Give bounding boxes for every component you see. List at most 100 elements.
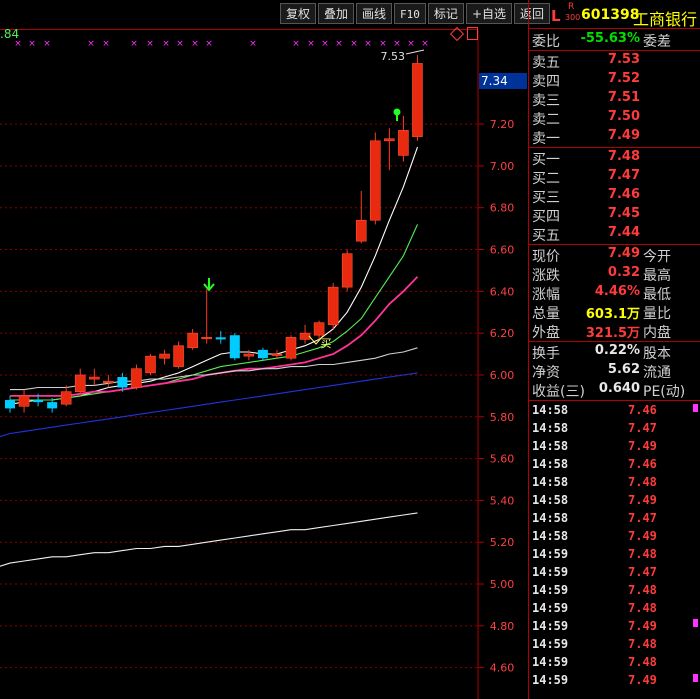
stock-code: 601398: [581, 7, 640, 23]
signal-x-marker: ×: [205, 39, 213, 49]
ask-level-2-value: 7.50: [607, 109, 640, 124]
y-tick-label: 4.80: [490, 620, 515, 633]
chart-markers: × × × × × × × × × × × × × × × × × × × × × ×7.53买: [14, 39, 429, 350]
fund-row-1: 净资 5.62 流通: [529, 362, 700, 381]
signal-x-marker: ×: [87, 39, 95, 49]
quote-row-4-label2: 内盘: [643, 325, 671, 341]
signal-x-marker: ×: [130, 39, 138, 49]
candle-body: [299, 332, 311, 340]
ask-level-5-value: 7.53: [607, 52, 640, 67]
bid-level-2-label: 买二: [532, 171, 560, 187]
ask-level-1-value: 7.49: [607, 128, 640, 143]
tick-price: 7.48: [628, 655, 657, 669]
trading-window: 7.20 7.00 6.80 6.60 6.40 6.20 6.00 5.80 5.60 5.40…: [0, 0, 700, 699]
fund-row-2-label2: PE(动): [643, 384, 686, 400]
tick-side-markers: [693, 404, 700, 699]
bid-level-1-value: 7.48: [607, 149, 640, 164]
signal-x-marker: ×: [321, 39, 329, 49]
y-tick-label: 7.20: [490, 118, 515, 131]
tick-row: 14:59 7.48: [529, 583, 700, 601]
y-tick-label: 5.80: [490, 411, 515, 424]
tick-time: 14:59: [532, 601, 569, 615]
ask-level-5-label: 卖五: [532, 55, 560, 71]
candle-body: [47, 402, 58, 409]
y-tick-label: 5.60: [490, 453, 515, 466]
candle-body: [313, 322, 325, 336]
ma-line-white-ma: [9, 146, 419, 405]
signal-x-marker: ×: [364, 39, 372, 49]
y-tick-label: 5.40: [490, 494, 515, 507]
tick-row: 14:58 7.49: [529, 529, 700, 547]
weibi-row: 委比 -55.63% 委差: [529, 31, 700, 50]
candle-body: [271, 353, 283, 356]
weibi-label: 委比: [532, 34, 560, 50]
current-price-box: 7.34: [479, 73, 527, 89]
weibi-value: -55.63%: [580, 31, 640, 46]
panel-divider: [528, 0, 529, 699]
candle-body: [398, 130, 409, 156]
ask-level-2-label: 卖二: [532, 112, 560, 128]
moving-average-lines: [0, 146, 419, 567]
tick-price: 7.48: [628, 637, 657, 651]
stock-subflag-bottom: 300: [565, 13, 581, 22]
tick-row: 14:59 7.48: [529, 547, 700, 565]
tick-row: 14:59 7.49: [529, 673, 700, 691]
signal-x-marker: ×: [307, 39, 315, 49]
tick-price: 7.48: [628, 583, 657, 597]
bid-level-3-value: 7.46: [607, 187, 640, 202]
candle-body: [327, 286, 339, 326]
quote-row-4-label: 外盘: [532, 325, 560, 341]
bid-level-5-label: 买五: [532, 228, 560, 244]
toolbar-button-4[interactable]: 标记: [427, 3, 464, 24]
tick-price: 7.48: [628, 475, 657, 489]
ask-level-3-value: 7.51: [607, 90, 640, 105]
quote-row-0-value: 7.49: [607, 246, 640, 261]
fund-row-0-value: 0.22%: [594, 343, 640, 358]
toolbar-button-1[interactable]: 叠加: [318, 3, 355, 24]
quote-row-1-label2: 最高: [643, 268, 671, 284]
fund-row-1-label: 净资: [532, 365, 560, 381]
weicha-label: 委差: [643, 34, 671, 50]
tick-price: 7.49: [628, 619, 657, 633]
tick-time: 14:59: [532, 565, 569, 579]
candle-body: [117, 377, 128, 388]
y-tick-label: 5.20: [490, 536, 515, 549]
candles: [5, 55, 423, 413]
fund-row-2-value: 0.640: [598, 381, 640, 396]
tick-row: 14:58 7.47: [529, 511, 700, 529]
ask-level-4-label: 卖四: [532, 74, 560, 90]
toolbar-button-0[interactable]: 复权: [280, 3, 317, 24]
signal-x-marker: ×: [421, 39, 429, 49]
y-tick-label: 6.00: [490, 369, 515, 382]
tick-time: 14:58: [532, 457, 569, 471]
toolbar-button-3[interactable]: F10: [394, 3, 426, 24]
candle-body: [355, 219, 367, 242]
candle-body: [384, 138, 395, 142]
stock-name: 工商银行: [633, 10, 698, 29]
tick-row: 14:58 7.49: [529, 439, 700, 457]
top-left-value: .84: [0, 27, 20, 41]
signal-x-marker: ×: [350, 39, 358, 49]
tick-price: 7.46: [628, 403, 657, 417]
tick-time: 14:59: [532, 637, 569, 651]
down-arrow-icon: [203, 278, 215, 292]
stock-subflag-top: R: [568, 2, 575, 12]
bid-level-1: 买一 7.48: [529, 149, 700, 168]
toolbar-button-2[interactable]: 画线: [356, 3, 393, 24]
candle-body: [369, 140, 381, 221]
candle-body: [412, 63, 423, 137]
signal-x-marker: ×: [335, 39, 343, 49]
tick-price: 7.48: [628, 601, 657, 615]
quote-row-2: 涨幅 4.46% 最低: [529, 284, 700, 303]
stock-flag: L: [551, 7, 561, 25]
candlestick-chart[interactable]: 7.20 7.00 6.80 6.60 6.40 6.20 6.00 5.80 5.60 5.40…: [0, 0, 529, 699]
ask-level-1-label: 卖一: [532, 131, 560, 147]
signal-x-marker: ×: [379, 39, 387, 49]
tick-row: 14:59 7.48: [529, 637, 700, 655]
signal-x-marker: ×: [43, 39, 51, 49]
window-icon[interactable]: [467, 27, 478, 40]
toolbar-button-5[interactable]: +自选: [465, 3, 512, 24]
candle-body: [243, 353, 255, 357]
y-tick-label: 4.60: [490, 662, 515, 675]
signal-x-marker: ×: [162, 39, 170, 49]
